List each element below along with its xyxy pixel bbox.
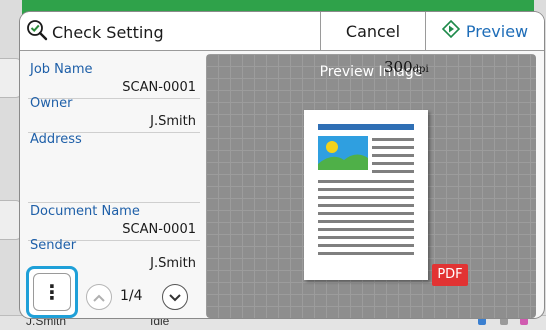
text-line <box>372 170 414 173</box>
text-line <box>318 188 414 191</box>
dialog-title-group: Check Setting <box>26 19 164 45</box>
background-panel-left <box>0 0 22 330</box>
text-line <box>318 252 414 255</box>
page-indicator: 1/4 <box>120 288 143 304</box>
divider <box>28 202 200 203</box>
landscape-image-icon <box>318 136 368 174</box>
preview-button-label: Preview <box>465 21 529 41</box>
text-line <box>318 244 414 247</box>
preview-image-title: Preview Image <box>319 64 423 80</box>
status-indicator <box>478 317 486 325</box>
job-name-value: SCAN-0001 <box>122 80 196 95</box>
owner-value: J.Smith <box>150 114 196 129</box>
background-tab <box>0 200 22 240</box>
owner-label: Owner <box>30 96 73 111</box>
page-down-button[interactable] <box>162 284 188 310</box>
text-line <box>318 236 414 239</box>
status-indicator <box>500 317 508 325</box>
sender-value: J.Smith <box>150 256 196 271</box>
text-line <box>372 154 414 157</box>
check-magnifier-icon <box>26 19 48 45</box>
more-options-button[interactable]: ⋮ <box>26 266 78 318</box>
preview-diamond-icon <box>441 19 466 42</box>
pdf-format-badge: PDF <box>432 264 468 286</box>
job-name-label: Job Name <box>30 62 93 77</box>
check-setting-dialog: Check Setting Cancel Preview Job Name SC… <box>20 12 544 318</box>
chevron-down-icon <box>168 288 182 307</box>
document-name-value: SCAN-0001 <box>122 222 196 237</box>
text-line <box>318 228 414 231</box>
preview-panel: Preview Image 300dpi PDF <box>206 54 536 318</box>
text-line <box>372 138 414 141</box>
text-line <box>372 146 414 149</box>
text-line <box>318 180 414 183</box>
background-tab <box>0 58 22 98</box>
dialog-title: Check Setting <box>52 22 164 42</box>
text-line <box>318 204 414 207</box>
resolution-unit: dpi <box>412 64 429 75</box>
status-indicator <box>520 317 528 325</box>
document-name-label: Document Name <box>30 204 140 219</box>
dialog-header: Check Setting Cancel Preview <box>20 12 544 51</box>
text-line <box>318 196 414 199</box>
page-up-button[interactable] <box>86 284 112 310</box>
resolution-value: 300 <box>384 58 413 76</box>
document-page-thumbnail <box>304 110 428 280</box>
preview-button[interactable]: Preview <box>426 12 544 50</box>
text-line <box>372 162 414 165</box>
sender-label: Sender <box>30 238 77 253</box>
text-line <box>318 220 414 223</box>
settings-info-list: Job Name SCAN-0001 Owner J.Smith Address… <box>28 58 200 271</box>
page-header-bar <box>318 124 414 130</box>
text-line <box>318 212 414 215</box>
vertical-ellipsis-icon: ⋮ <box>33 273 71 311</box>
address-label: Address <box>30 132 82 147</box>
resolution-label: 300dpi <box>384 58 429 76</box>
chevron-up-icon <box>92 288 106 307</box>
cancel-button[interactable]: Cancel <box>320 12 426 50</box>
